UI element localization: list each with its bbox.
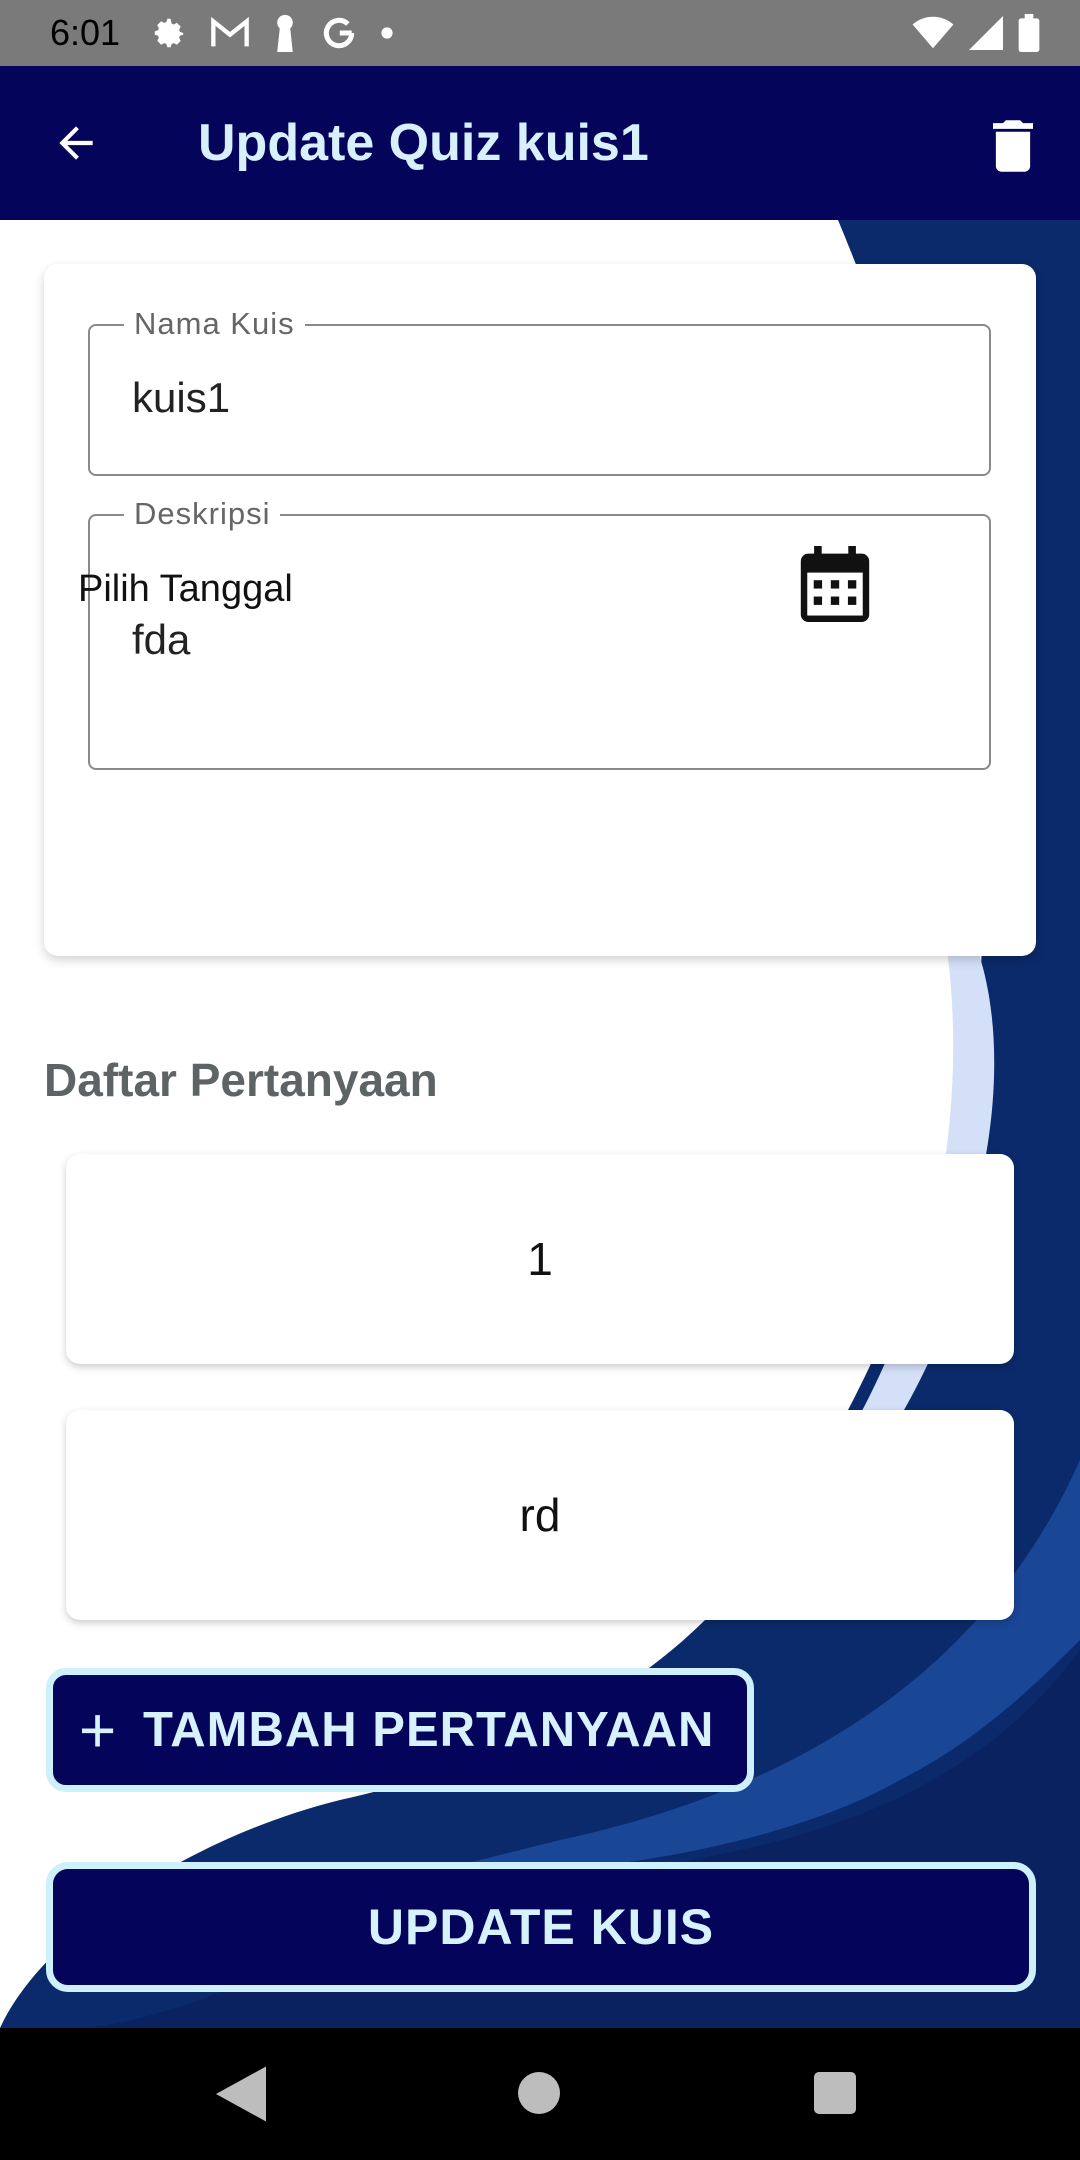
add-question-button[interactable]: + TAMBAH PERTANYAAN (46, 1668, 754, 1792)
back-button[interactable] (40, 100, 112, 186)
gmail-icon (211, 16, 249, 47)
plus-icon: + (78, 1694, 118, 1766)
delete-button[interactable] (978, 110, 1048, 182)
status-time: 6:01 (50, 12, 121, 53)
description-value: fda (132, 616, 191, 663)
nav-back-icon[interactable] (216, 2066, 266, 2122)
nav-home-icon[interactable] (518, 2072, 560, 2114)
settings-icon (154, 18, 184, 48)
question-list-title: Daftar Pertanyaan (44, 1054, 438, 1106)
keyhole-icon (277, 14, 293, 52)
nav-recents-icon[interactable] (814, 2072, 856, 2114)
date-picker-label: Pilih Tanggal (78, 568, 293, 610)
description-label: Deskripsi (124, 494, 281, 534)
update-quiz-button[interactable]: UPDATE KUIS (46, 1862, 1036, 1992)
update-quiz-label: UPDATE KUIS (367, 1899, 715, 1955)
status-system-icons (912, 8, 1040, 58)
question-item[interactable]: 1 (66, 1154, 1014, 1364)
google-icon (323, 17, 355, 49)
calendar-icon (800, 546, 870, 622)
wifi-icon (912, 16, 954, 49)
dot-icon (381, 27, 393, 39)
question-item[interactable]: rd (66, 1410, 1014, 1620)
arrow-back-icon (59, 126, 93, 160)
quiz-name-value: kuis1 (132, 374, 231, 421)
trash-icon (993, 120, 1033, 172)
signal-icon (969, 16, 1003, 50)
add-question-label: TAMBAH PERTANYAAN (143, 1703, 715, 1757)
page-title: Update Quiz kuis1 (198, 114, 649, 172)
quiz-name-label: Nama Kuis (124, 304, 305, 344)
status-notification-icons (150, 8, 394, 58)
quiz-name-field[interactable]: Nama Kuis kuis1 (88, 304, 991, 476)
question-item-label: rd (519, 1489, 561, 1541)
battery-icon (1018, 14, 1040, 52)
question-item-label: 1 (527, 1233, 553, 1285)
date-picker-button[interactable] (800, 546, 878, 632)
